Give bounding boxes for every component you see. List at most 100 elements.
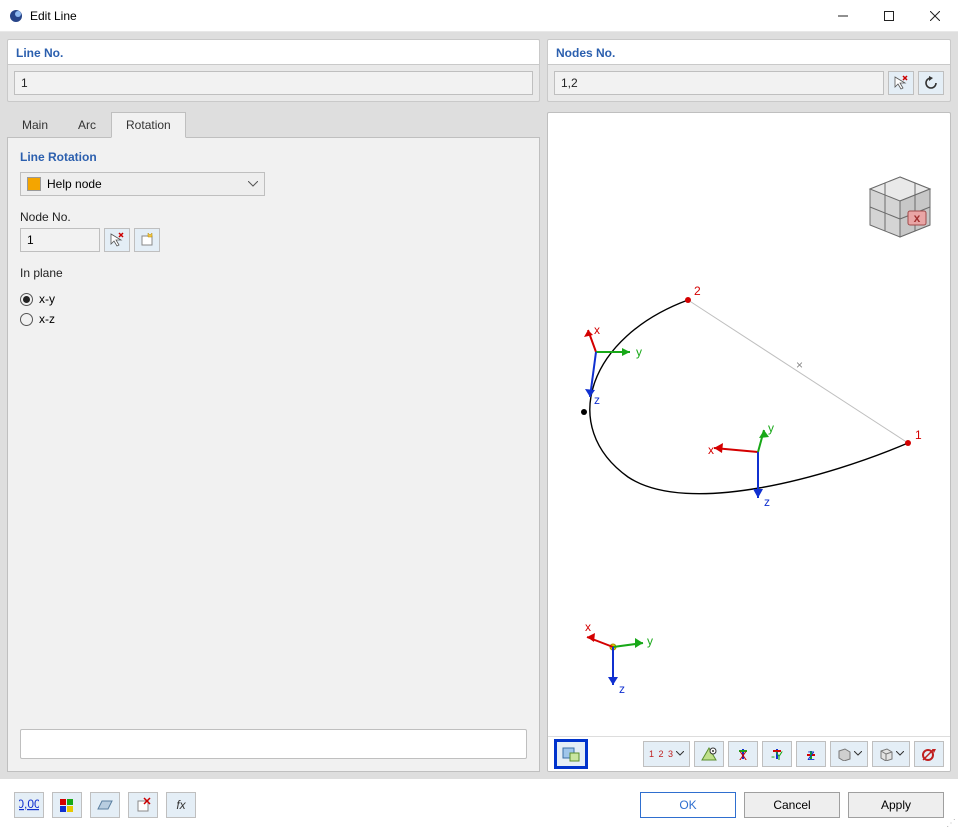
units-icon: 0,00 bbox=[19, 797, 39, 813]
node-no-input[interactable] bbox=[20, 228, 100, 252]
radio-icon bbox=[20, 313, 33, 326]
right-column: Nodes No. bbox=[547, 39, 951, 772]
svg-text:-Y: -Y bbox=[771, 749, 783, 761]
radio-icon bbox=[20, 293, 33, 306]
ok-button[interactable]: OK bbox=[640, 792, 736, 818]
node-no-label: Node No. bbox=[20, 210, 527, 224]
minimize-button[interactable] bbox=[820, 1, 866, 31]
view-x-icon: X bbox=[735, 747, 751, 761]
undo-nodes-button[interactable] bbox=[918, 71, 944, 95]
view-y-icon: -Y bbox=[769, 747, 785, 761]
svg-text:0,00: 0,00 bbox=[19, 797, 39, 811]
iso-cube-icon bbox=[878, 747, 894, 761]
iso-box-button[interactable] bbox=[830, 741, 868, 767]
chevron-down-icon bbox=[854, 751, 862, 757]
view-z-button[interactable]: Z bbox=[796, 741, 826, 767]
in-plane-label: In plane bbox=[20, 266, 527, 280]
tab-arc[interactable]: Arc bbox=[63, 112, 111, 138]
display-props-button[interactable] bbox=[52, 792, 82, 818]
preview-viewport[interactable]: x × 2 1 bbox=[547, 112, 951, 772]
numbering-icon: 1 2 3 bbox=[649, 749, 674, 759]
numbering-button[interactable]: 1 2 3 bbox=[643, 741, 690, 767]
resize-grip-icon[interactable]: ⋰ bbox=[946, 818, 956, 829]
apply-button[interactable]: Apply bbox=[848, 792, 944, 818]
svg-text:x: x bbox=[914, 211, 921, 225]
display-props-icon bbox=[58, 797, 76, 813]
line-no-input[interactable] bbox=[14, 71, 533, 95]
preview-svg: x × 2 1 bbox=[548, 113, 950, 771]
triangle-eye-icon bbox=[700, 746, 718, 762]
shadow-icon bbox=[96, 797, 114, 813]
fx-button[interactable]: fx bbox=[166, 792, 196, 818]
chevron-down-icon bbox=[896, 751, 904, 757]
title-bar: Edit Line bbox=[0, 0, 958, 32]
new-node-icon bbox=[139, 232, 155, 248]
fx-icon: fx bbox=[172, 797, 190, 813]
nodes-no-header: Nodes No. bbox=[547, 39, 951, 65]
radio-label-xz: x-z bbox=[39, 312, 55, 326]
left-column: Line No. Main Arc Rotation Line Rotation… bbox=[7, 39, 540, 772]
radio-plane-xy[interactable]: x-y bbox=[20, 292, 527, 306]
dialog-footer: 0,00 fx OK Cancel Apply bbox=[0, 779, 958, 831]
rotation-mode-dropdown[interactable]: Help node bbox=[20, 172, 265, 196]
pick-node-button[interactable] bbox=[104, 228, 130, 252]
rotation-mode-label: Help node bbox=[47, 177, 102, 191]
close-button[interactable] bbox=[912, 1, 958, 31]
pick-nodes-button[interactable] bbox=[888, 71, 914, 95]
window-title: Edit Line bbox=[30, 9, 77, 23]
tab-main[interactable]: Main bbox=[7, 112, 63, 138]
radio-label-xy: x-y bbox=[39, 292, 55, 306]
cursor-clear-icon bbox=[893, 75, 909, 91]
view-y-button[interactable]: -Y bbox=[762, 741, 792, 767]
svg-text:X: X bbox=[739, 749, 747, 761]
svg-text:y: y bbox=[647, 634, 653, 648]
view-z-icon: Z bbox=[803, 747, 819, 761]
svg-text:x: x bbox=[708, 443, 714, 457]
preview-toolbar: 1 2 3 X -Y Z bbox=[548, 736, 950, 771]
chevron-down-icon bbox=[676, 751, 684, 757]
undo-icon bbox=[923, 76, 939, 90]
units-button[interactable]: 0,00 bbox=[14, 792, 44, 818]
svg-text:fx: fx bbox=[176, 798, 186, 812]
shadow-toggle-button[interactable] bbox=[90, 792, 120, 818]
cursor-pick-icon bbox=[109, 232, 125, 248]
world-axes-icon: x y z bbox=[585, 620, 653, 696]
svg-text:1: 1 bbox=[915, 428, 922, 442]
svg-text:×: × bbox=[796, 358, 803, 372]
show-figure-icon bbox=[562, 746, 580, 762]
dropdown-swatch-icon bbox=[27, 177, 41, 191]
show-figure-button[interactable] bbox=[556, 741, 586, 767]
tab-strip: Main Arc Rotation bbox=[7, 112, 540, 138]
clear-selection-icon bbox=[134, 797, 152, 813]
line-no-header: Line No. bbox=[7, 39, 540, 65]
reset-view-button[interactable] bbox=[914, 741, 944, 767]
svg-text:z: z bbox=[619, 682, 625, 696]
cancel-button[interactable]: Cancel bbox=[744, 792, 840, 818]
svg-text:x: x bbox=[594, 323, 600, 337]
maximize-button[interactable] bbox=[866, 1, 912, 31]
measure-view-button[interactable] bbox=[694, 741, 724, 767]
nodes-no-body bbox=[547, 65, 951, 102]
line-no-body bbox=[7, 65, 540, 102]
tab-rotation[interactable]: Rotation bbox=[111, 112, 186, 138]
iso-box-icon bbox=[836, 747, 852, 761]
radio-plane-xz[interactable]: x-z bbox=[20, 312, 527, 326]
view-x-button[interactable]: X bbox=[728, 741, 758, 767]
reset-view-icon bbox=[921, 746, 937, 762]
clear-selection-button[interactable] bbox=[128, 792, 158, 818]
nav-cube-icon: x bbox=[870, 177, 930, 237]
status-strip bbox=[20, 729, 527, 759]
nodes-no-input[interactable] bbox=[554, 71, 884, 95]
svg-text:y: y bbox=[768, 421, 774, 435]
chevron-down-icon bbox=[248, 181, 258, 187]
svg-text:z: z bbox=[594, 393, 600, 407]
svg-text:y: y bbox=[636, 345, 642, 359]
iso-cube-button[interactable] bbox=[872, 741, 910, 767]
svg-text:x: x bbox=[585, 620, 591, 634]
new-node-button[interactable] bbox=[134, 228, 160, 252]
dialog-content: Line No. Main Arc Rotation Line Rotation… bbox=[0, 32, 958, 779]
svg-text:2: 2 bbox=[694, 284, 701, 298]
app-icon bbox=[8, 8, 24, 24]
svg-text:Z: Z bbox=[807, 749, 814, 761]
svg-text:z: z bbox=[764, 495, 770, 509]
